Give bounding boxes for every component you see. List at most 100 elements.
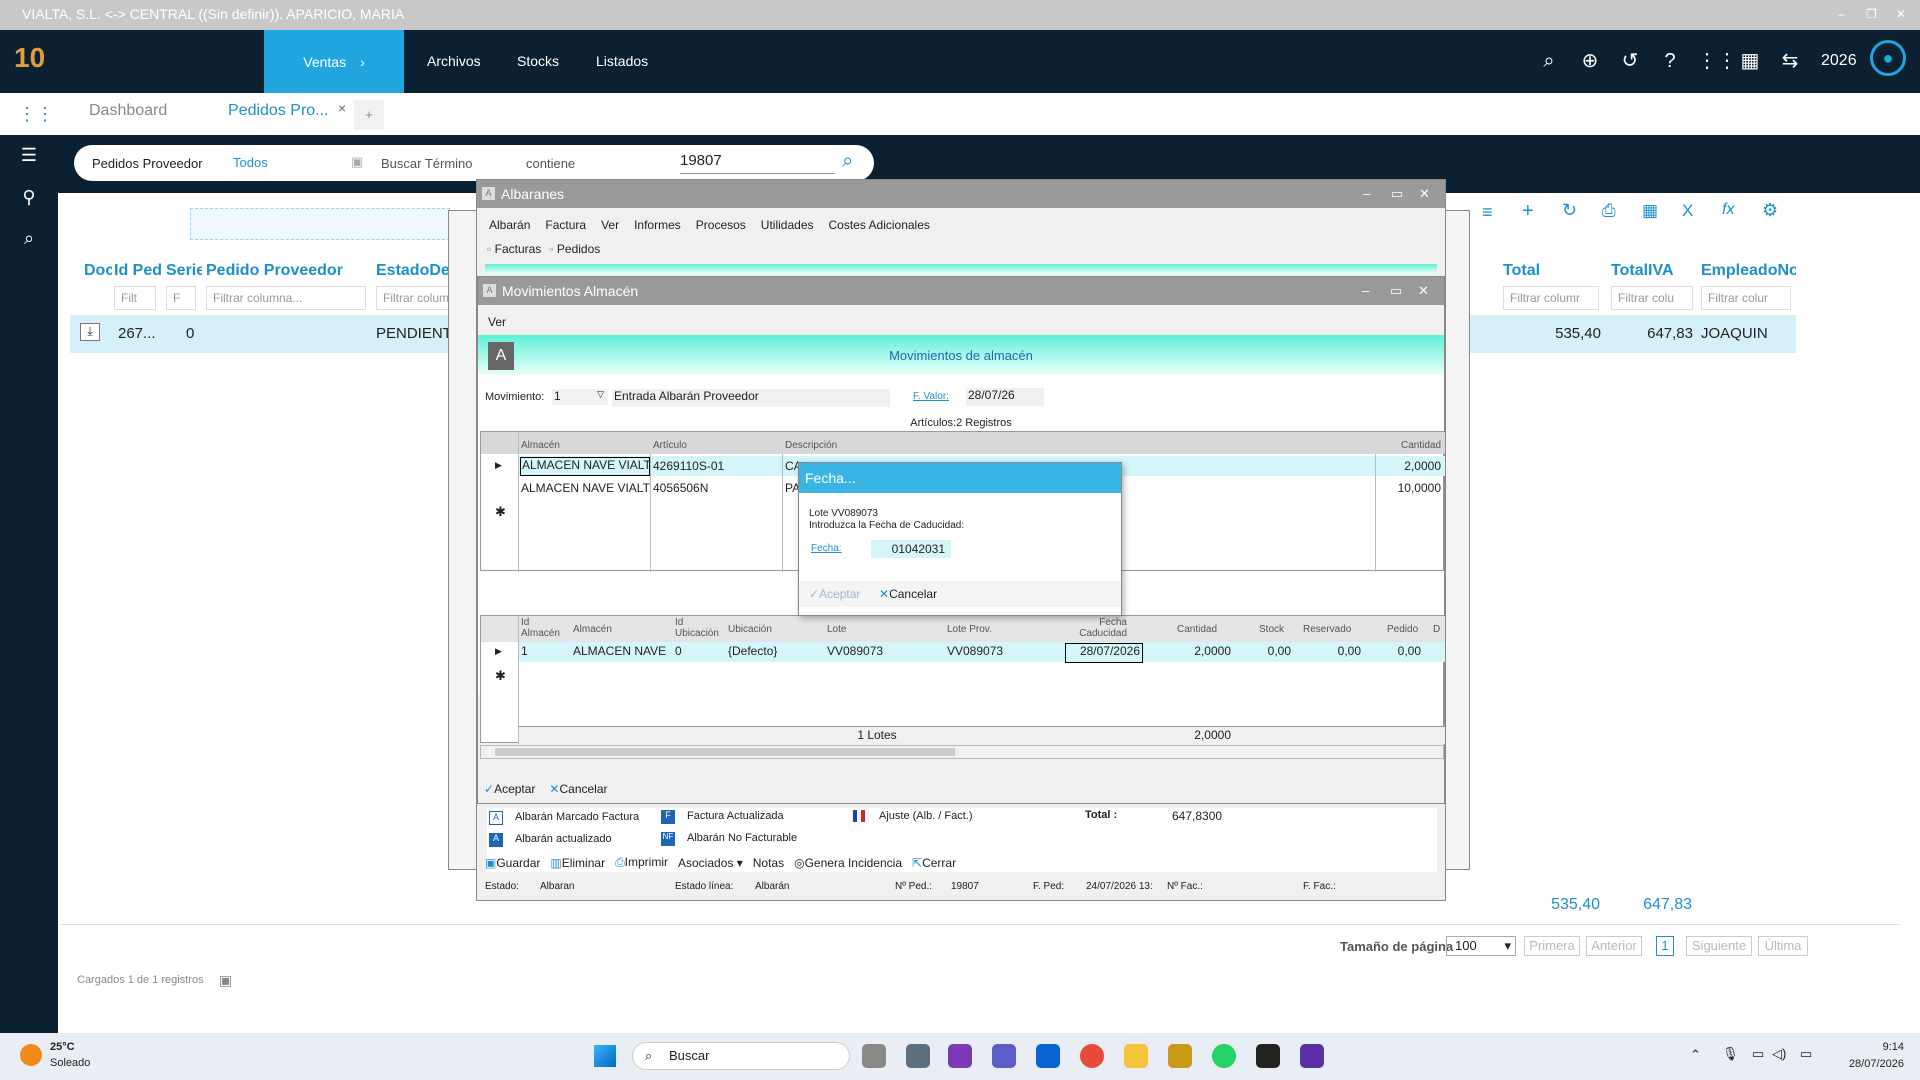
nav-stocks[interactable]: Stocks: [517, 30, 559, 93]
year-label[interactable]: 2026: [1821, 52, 1857, 70]
tab-pedidos-proveedor[interactable]: Pedidos Pro...: [228, 102, 329, 120]
pager-last[interactable]: Última: [1758, 936, 1808, 956]
add-circle-icon[interactable]: ⊕: [1577, 48, 1603, 74]
search-operator[interactable]: contiene: [526, 156, 575, 171]
chrome-icon[interactable]: [1080, 1044, 1104, 1068]
taskbar-search[interactable]: ⌕ Buscar: [632, 1042, 850, 1070]
user-avatar-icon[interactable]: ●: [1870, 40, 1906, 76]
col-pedido-proveedor[interactable]: Pedido Proveedor: [206, 262, 366, 280]
facturas-button[interactable]: ▫ Facturas: [487, 242, 541, 256]
minimize-icon[interactable]: –: [1838, 0, 1845, 28]
menu-ver[interactable]: Ver: [488, 315, 506, 329]
tab-add-icon[interactable]: +: [354, 100, 384, 130]
microphone-icon[interactable]: 🎙: [1722, 1046, 1739, 1062]
search-doc-icon[interactable]: ⌕: [1536, 48, 1562, 74]
nav-archivos[interactable]: Archivos: [427, 30, 481, 93]
col-id-pedido[interactable]: Id Pedi: [114, 262, 162, 280]
col-estado[interactable]: EstadoDes: [376, 262, 448, 280]
fvalor-field[interactable]: 28/07/26: [966, 388, 1044, 406]
task-view-icon[interactable]: [862, 1044, 886, 1068]
col-doc[interactable]: Doc: [84, 262, 112, 280]
history-icon[interactable]: ↺: [1617, 48, 1643, 74]
whatsapp-icon[interactable]: [1212, 1044, 1236, 1068]
filter-empleado[interactable]: Filtrar colur: [1701, 286, 1791, 310]
minimize-icon[interactable]: –: [1363, 180, 1370, 208]
asociados-button[interactable]: Asociados ▾: [678, 856, 743, 870]
search-field[interactable]: Buscar Término: [381, 156, 473, 171]
file-explorer-icon[interactable]: [1124, 1044, 1148, 1068]
row1-almacen[interactable]: ALMACEN NAVE VIALT: [520, 457, 650, 476]
col-totaliva[interactable]: TotalIVA: [1611, 262, 1691, 280]
switch-icon[interactable]: ⇆: [1777, 48, 1803, 74]
refresh-icon[interactable]: ↻: [1562, 200, 1577, 221]
cerrar-button[interactable]: ⇱Cerrar: [912, 856, 956, 870]
pager-first[interactable]: Primera: [1524, 936, 1580, 956]
search-input[interactable]: 19807: [680, 152, 835, 174]
guardar-button[interactable]: ▣Guardar: [485, 856, 540, 870]
windows-start-icon[interactable]: [594, 1045, 616, 1067]
filter-total[interactable]: Filtrar columr: [1503, 286, 1599, 310]
maximize-icon[interactable]: ▭: [1391, 180, 1403, 208]
cancelar-button[interactable]: ✕Cancelar: [549, 782, 607, 796]
search-icon[interactable]: ⌕: [16, 228, 42, 254]
close-icon[interactable]: ✕: [1419, 180, 1430, 208]
outlook-icon[interactable]: [1036, 1044, 1060, 1068]
help-icon[interactable]: ?: [1657, 48, 1683, 74]
app-icon[interactable]: [1168, 1044, 1192, 1068]
print-icon[interactable]: ⎙: [1602, 201, 1616, 221]
close-icon[interactable]: ✕: [1896, 0, 1906, 28]
filter-estado[interactable]: Filtrar colum: [376, 286, 450, 310]
apps-grid-icon[interactable]: ⋮⋮: [1697, 48, 1737, 74]
scrollbar-thumb[interactable]: [495, 748, 955, 756]
excel-icon[interactable]: X: [1682, 201, 1693, 221]
calculator-icon[interactable]: ▦: [1737, 48, 1763, 74]
save-search-icon[interactable]: ▣: [351, 154, 363, 170]
weather-sun-icon[interactable]: [20, 1044, 42, 1066]
fvalor-label[interactable]: F. Valor:: [913, 391, 949, 402]
tab-close-icon[interactable]: ×: [338, 100, 346, 116]
menu-informes[interactable]: Informes: [634, 218, 681, 232]
maximize-icon[interactable]: ▭: [1390, 277, 1402, 305]
group-drop-zone[interactable]: [190, 208, 450, 240]
menu-costes[interactable]: Costes Adicionales: [829, 218, 930, 232]
network-icon[interactable]: ▭: [1752, 1046, 1764, 1062]
col-empleado[interactable]: EmpleadoNon: [1701, 262, 1796, 280]
settings-gear-icon[interactable]: ⚙: [1762, 200, 1778, 221]
chevron-up-icon[interactable]: ⌃: [1690, 1047, 1701, 1063]
app-icon[interactable]: [906, 1044, 930, 1068]
filter-id[interactable]: Filt: [114, 286, 156, 310]
pager-next[interactable]: Siguiente: [1686, 936, 1752, 956]
filter-clear-icon[interactable]: ≡: [1482, 202, 1493, 223]
col-total[interactable]: Total: [1503, 262, 1583, 280]
menu-utilidades[interactable]: Utilidades: [761, 218, 814, 232]
search-scope[interactable]: Todos: [233, 155, 268, 170]
volume-icon[interactable]: ◁): [1772, 1046, 1786, 1062]
menu-albaran[interactable]: Albarán: [489, 218, 530, 232]
eliminar-button[interactable]: ▥Eliminar: [550, 856, 605, 870]
movimiento-num-field[interactable]: 1 ▽: [552, 389, 608, 405]
onenote-icon[interactable]: [948, 1044, 972, 1068]
pager-page[interactable]: 1: [1656, 936, 1674, 956]
lrow-fecha-caducidad[interactable]: 28/07/2026: [1065, 643, 1143, 663]
col-serie[interactable]: Serie: [166, 262, 202, 280]
incidencia-button[interactable]: ◎Genera Incidencia: [794, 856, 902, 870]
search-go-icon[interactable]: ⌕: [842, 150, 853, 173]
menu-factura[interactable]: Factura: [545, 218, 586, 232]
close-icon[interactable]: ✕: [1418, 277, 1429, 305]
menu-ver[interactable]: Ver: [601, 218, 619, 232]
layout-icon[interactable]: ▦: [1642, 201, 1658, 221]
grid-menu-icon[interactable]: ⋮⋮: [18, 104, 54, 125]
tab-dashboard[interactable]: Dashboard: [89, 102, 167, 120]
notas-button[interactable]: Notas: [753, 856, 784, 870]
formula-icon[interactable]: fx: [1722, 201, 1734, 219]
imprimir-button[interactable]: ⎙Imprimir: [615, 855, 668, 870]
filter-serie[interactable]: F: [166, 286, 196, 310]
nav-ventas[interactable]: Ventas ›: [264, 30, 404, 93]
app-icon[interactable]: [1256, 1044, 1280, 1068]
fecha-ok-button[interactable]: ✓Aceptar: [809, 587, 860, 601]
fecha-cancel-button[interactable]: ✕Cancelar: [879, 587, 937, 601]
page-size-select[interactable]: 100 ▾: [1446, 936, 1516, 956]
menu-procesos[interactable]: Procesos: [696, 218, 746, 232]
search-entity[interactable]: Pedidos Proveedor: [92, 156, 203, 171]
fecha-label[interactable]: Fecha:: [811, 543, 842, 554]
